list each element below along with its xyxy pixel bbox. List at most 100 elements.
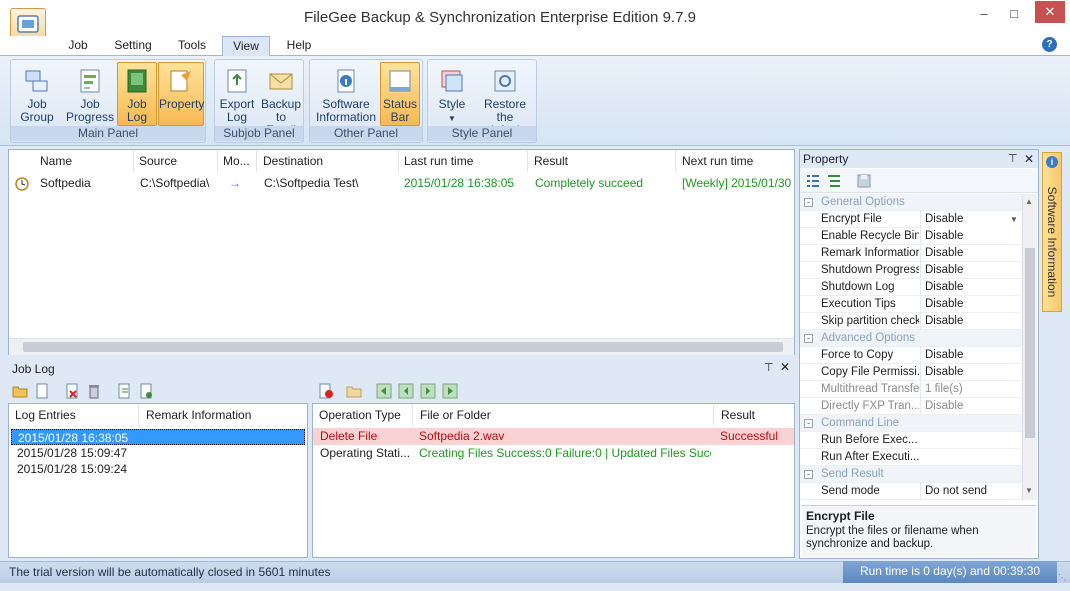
scroll-down-icon[interactable]: ▼ xyxy=(1025,486,1033,495)
open-folder-icon[interactable] xyxy=(12,383,28,399)
restore-label-1: Restore xyxy=(483,97,527,111)
list-item[interactable]: 2015/01/28 15:09:24 xyxy=(11,461,305,477)
job-log-button[interactable]: Job Log xyxy=(117,62,157,126)
list-item[interactable]: 2015/01/28 15:09:47 xyxy=(11,445,305,461)
software-information-side-tab[interactable]: i Software Information xyxy=(1042,152,1062,312)
property-row[interactable]: Encrypt File Disable ▼ xyxy=(800,211,1022,228)
vertical-scrollbar[interactable]: ▲ ▼ xyxy=(1022,194,1037,500)
list-item[interactable]: 2015/01/28 16:38:05 xyxy=(11,429,305,445)
column-header-result[interactable]: Result xyxy=(530,150,676,172)
tab-tools[interactable]: Tools xyxy=(168,36,216,56)
pin-icon[interactable]: ⊤ xyxy=(764,361,774,374)
save-icon[interactable] xyxy=(856,173,872,189)
restore-default-button[interactable]: Restore the default xyxy=(476,62,534,137)
export-icon[interactable] xyxy=(116,383,132,399)
other-panel-label: Other Panel xyxy=(310,126,422,141)
job-log-label-2: Log xyxy=(126,110,148,124)
collapse-icon[interactable]: - xyxy=(804,334,813,343)
category-advanced-options[interactable]: - Advanced Options xyxy=(800,330,1022,347)
collapse-icon[interactable]: - xyxy=(804,198,813,207)
property-row[interactable]: Enable Recycle Bin Disable xyxy=(800,228,1022,245)
close-icon[interactable]: ✕ xyxy=(1035,1,1065,23)
software-information-button[interactable]: Software Information xyxy=(312,62,380,126)
table-row[interactable]: Delete File Softpedia 2.wav Successful xyxy=(313,428,794,445)
delete-log-icon[interactable] xyxy=(64,383,80,399)
collapse-icon[interactable]: - xyxy=(804,419,813,428)
column-header-last-run[interactable]: Last run time xyxy=(400,150,528,172)
style-button[interactable]: Style ▼ xyxy=(430,62,474,126)
job-progress-button[interactable]: Job Progress xyxy=(64,62,116,126)
column-header-source[interactable]: Source xyxy=(135,150,218,172)
export-log-button[interactable]: Export Log xyxy=(217,62,257,126)
column-header-destination[interactable]: Destination xyxy=(259,150,399,172)
column-header-operation-type[interactable]: Operation Type xyxy=(313,404,413,426)
horizontal-scrollbar[interactable] xyxy=(9,338,794,355)
last-page-icon[interactable] xyxy=(442,383,458,399)
window-title: FileGee Backup & Synchronization Enterpr… xyxy=(304,9,696,26)
close-panel-icon[interactable]: ✕ xyxy=(1024,150,1034,168)
job-name: Softpedia xyxy=(40,176,91,190)
property-panel-header: Property ⊤ ✕ xyxy=(800,150,1038,168)
scroll-up-icon[interactable]: ▲ xyxy=(1025,197,1033,206)
alphabetical-icon[interactable] xyxy=(826,173,842,189)
close-panel-icon[interactable]: ✕ xyxy=(780,360,790,374)
error-document-icon[interactable] xyxy=(318,383,334,399)
dropdown-icon[interactable]: ▼ xyxy=(1010,211,1018,228)
property-row[interactable]: Shutdown Log Disable xyxy=(800,279,1022,296)
property-row[interactable]: Skip partition check Disable xyxy=(800,313,1022,330)
property-row[interactable]: Directly FXP Tran... Disable xyxy=(800,398,1022,415)
column-header-log-entries[interactable]: Log Entries xyxy=(9,404,139,426)
backup-to-email-button[interactable]: Backup to Email xyxy=(259,62,303,137)
document-icon[interactable] xyxy=(34,383,50,399)
pin-icon[interactable]: ⊤ xyxy=(1008,150,1018,168)
column-header-remark[interactable]: Remark Information xyxy=(140,404,307,426)
column-header-result[interactable]: Result xyxy=(715,404,794,426)
property-row[interactable]: Execution Tips Disable xyxy=(800,296,1022,313)
property-row[interactable]: Copy File Permissi... Disable xyxy=(800,364,1022,381)
tab-view[interactable]: View xyxy=(222,36,270,57)
table-row[interactable]: Softpedia C:\Softpedia\ → C:\Softpedia T… xyxy=(9,173,794,193)
category-general-options[interactable]: - General Options xyxy=(800,194,1022,211)
tab-setting[interactable]: Setting xyxy=(106,36,160,56)
property-row[interactable]: Run Before Exec... xyxy=(800,432,1022,449)
table-row[interactable]: Operating Stati... Creating Files Succes… xyxy=(313,445,794,462)
category-command-line[interactable]: - Command Line xyxy=(800,415,1022,432)
category-send-result[interactable]: - Send Result xyxy=(800,466,1022,483)
previous-page-icon[interactable] xyxy=(398,383,414,399)
first-page-icon[interactable] xyxy=(376,383,392,399)
resize-grip-icon[interactable]: ⋱ xyxy=(1058,573,1068,583)
categorized-icon[interactable] xyxy=(805,173,821,189)
info-icon xyxy=(337,69,355,93)
column-header-name[interactable]: Name xyxy=(36,150,134,172)
main-panel-label: Main Panel xyxy=(11,126,205,141)
column-header-next-run[interactable]: Next run time xyxy=(678,150,794,172)
folder-icon[interactable] xyxy=(346,383,362,399)
status-bar-button[interactable]: Status Bar xyxy=(380,62,420,126)
tab-job[interactable]: Job xyxy=(58,36,98,56)
column-header-mode[interactable]: Mo... xyxy=(219,150,257,172)
operation-type: Operating Stati... xyxy=(320,446,411,460)
maximize-icon[interactable]: □ xyxy=(1002,5,1026,23)
report-icon[interactable] xyxy=(138,383,154,399)
property-row[interactable]: Remark Information Disable xyxy=(800,245,1022,262)
scrollbar-thumb[interactable] xyxy=(1025,248,1035,438)
property-row[interactable]: Send mode Do not send xyxy=(800,483,1022,500)
property-row[interactable]: Force to Copy Disable xyxy=(800,347,1022,364)
property-title: Property xyxy=(803,152,849,166)
property-button[interactable]: Property xyxy=(158,62,204,126)
minimize-icon[interactable]: – xyxy=(972,5,996,23)
job-group-button[interactable]: Job Group xyxy=(14,62,60,126)
subjob-panel-label: Subjob Panel xyxy=(215,126,303,141)
scrollbar-thumb[interactable] xyxy=(23,342,783,352)
help-icon[interactable]: ? xyxy=(1042,37,1057,52)
trash-icon[interactable] xyxy=(86,383,102,399)
property-row[interactable]: Shutdown Progress Disable xyxy=(800,262,1022,279)
next-page-icon[interactable] xyxy=(420,383,436,399)
property-icon xyxy=(170,70,191,92)
property-row[interactable]: Run After Executi... xyxy=(800,449,1022,466)
collapse-icon[interactable]: - xyxy=(804,470,813,479)
property-row[interactable]: Multithread Transfer 1 file(s) xyxy=(800,381,1022,398)
column-header-file-or-folder[interactable]: File or Folder xyxy=(414,404,714,426)
tab-help[interactable]: Help xyxy=(278,36,320,56)
job-list: Name Source Mo... Destination Last run t… xyxy=(8,149,795,355)
